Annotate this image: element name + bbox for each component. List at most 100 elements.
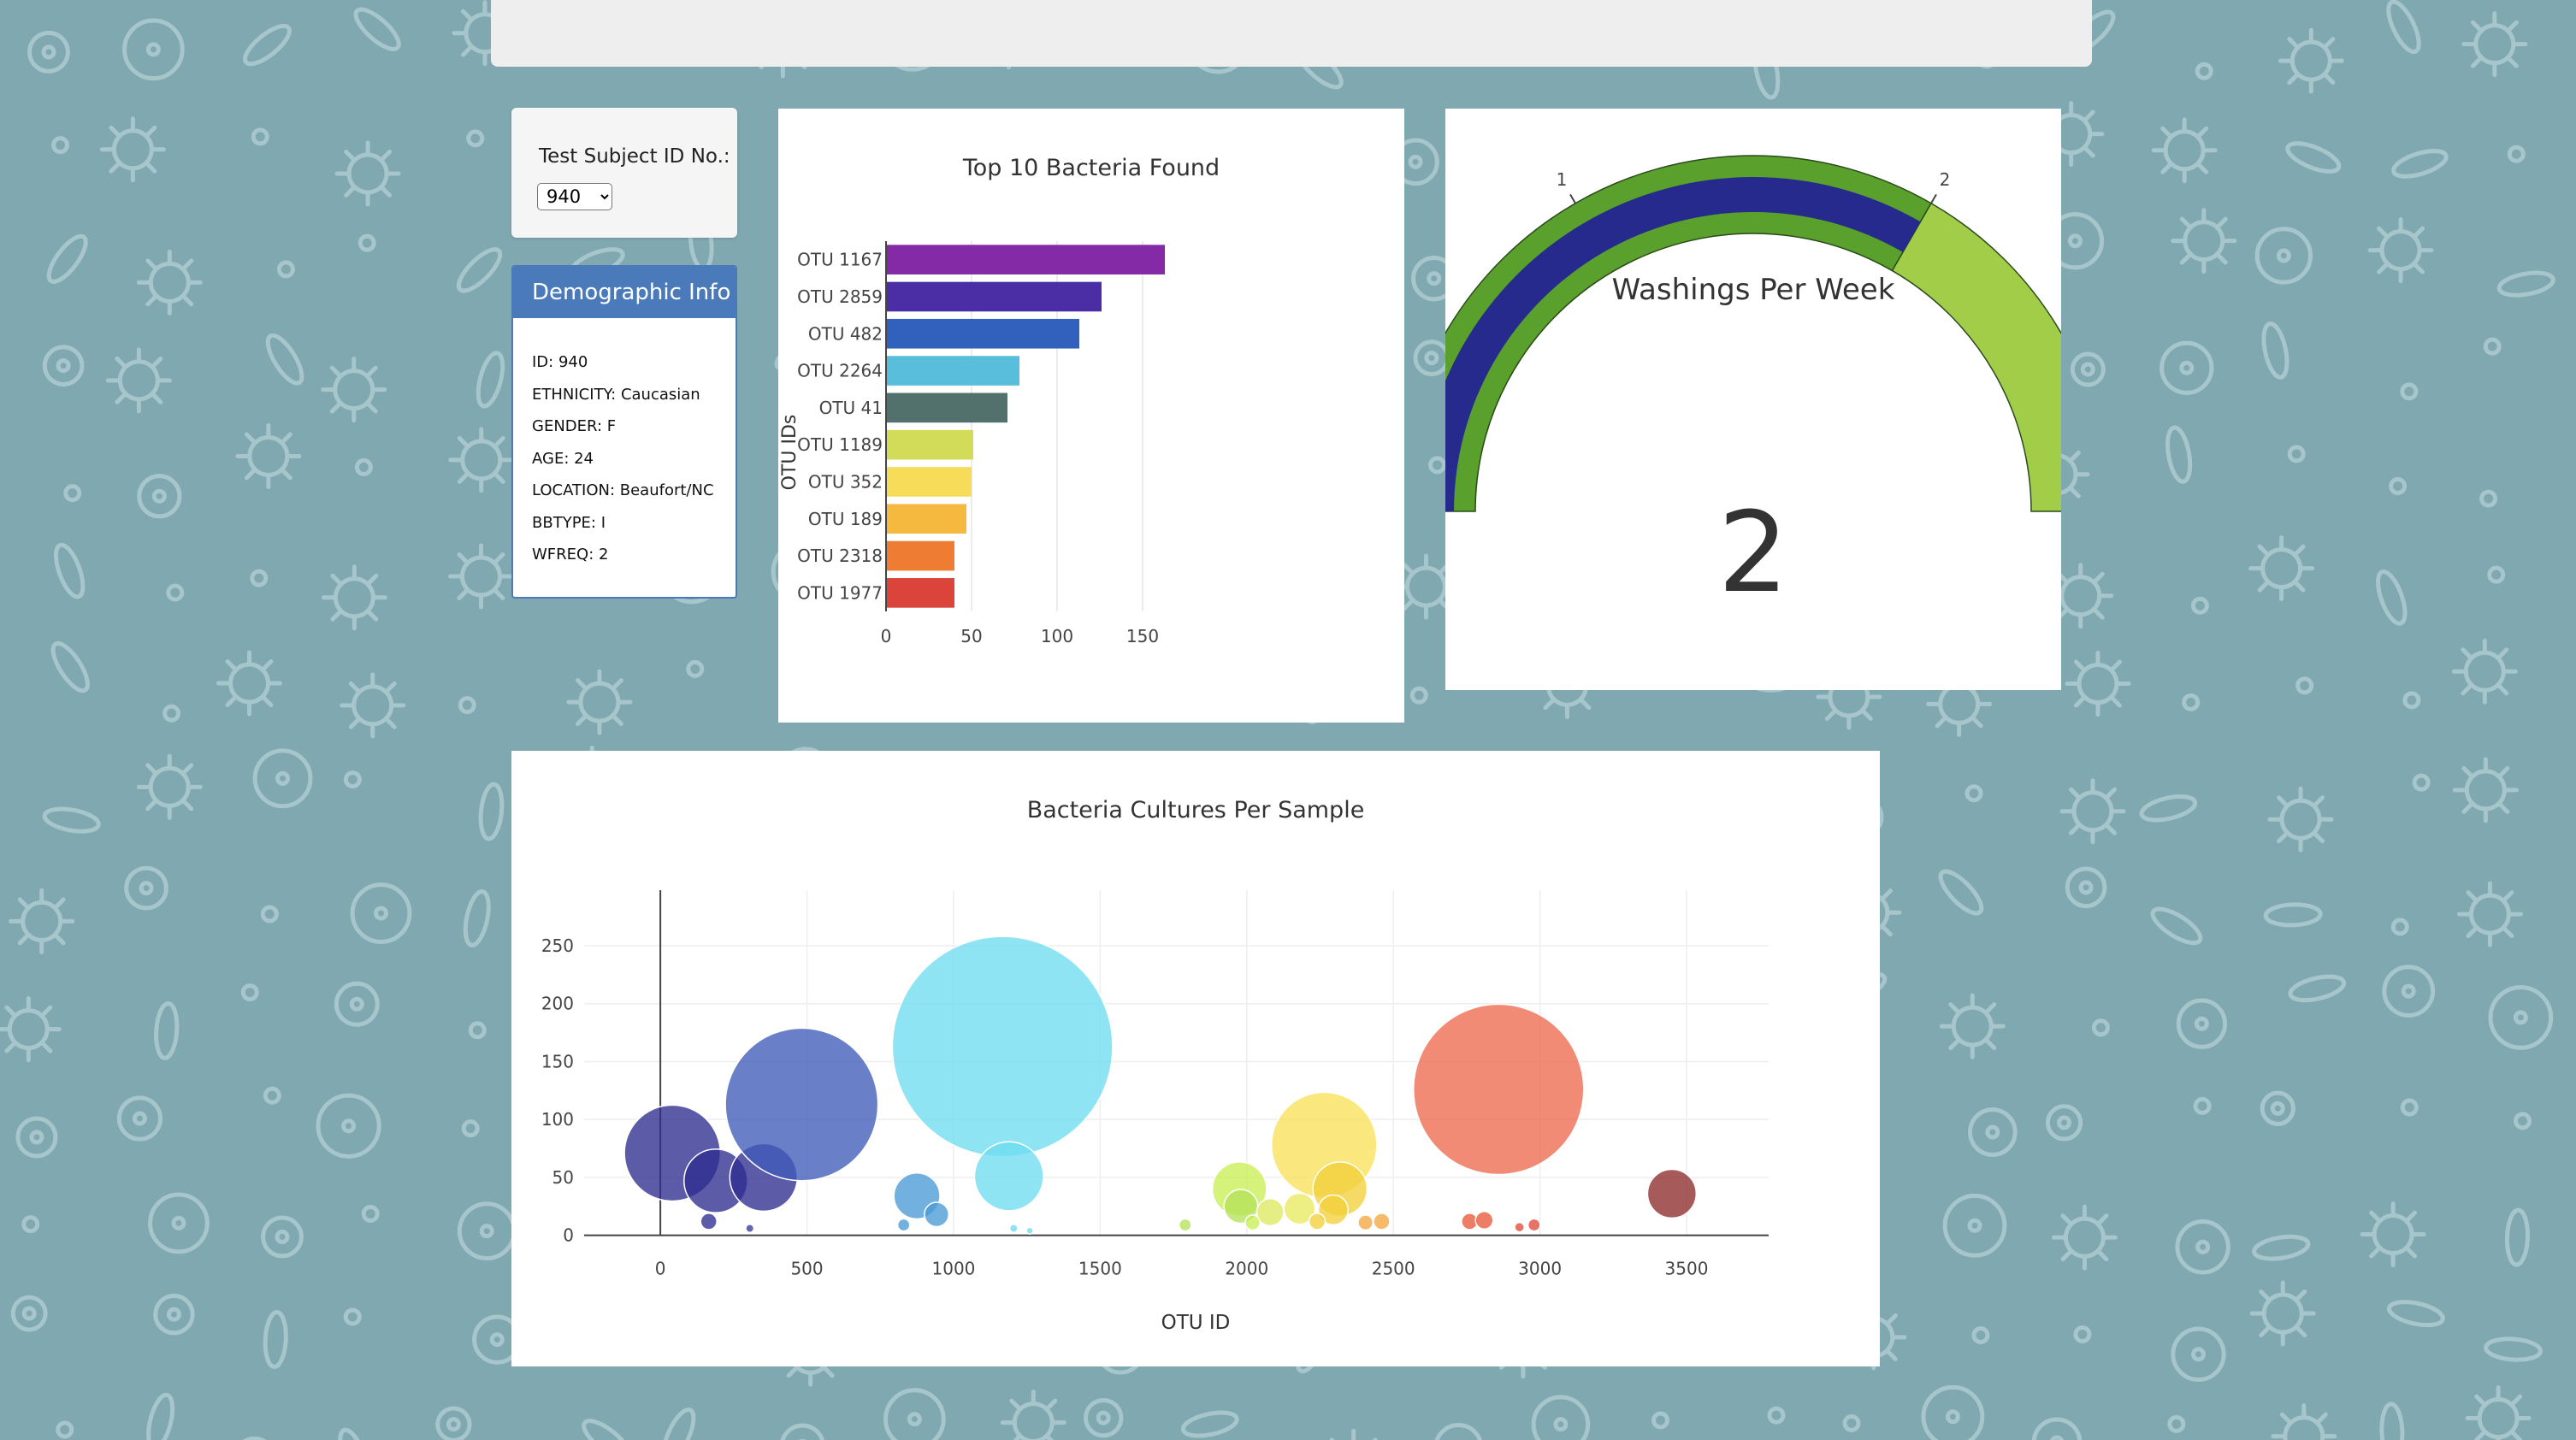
microbe-spike-decoration xyxy=(2074,659,2086,672)
microbe-rod-decoration xyxy=(146,1392,175,1440)
bubble-otu-1790 xyxy=(1178,1218,1192,1232)
bubble-otu-305 xyxy=(745,1224,755,1234)
gauge-tick-label: 1 xyxy=(1557,169,1568,190)
microbe-circle-decoration xyxy=(1434,1423,1483,1440)
microbe-spike-decoration xyxy=(2259,1325,2271,1337)
microbe-spike-decoration xyxy=(40,1042,53,1053)
microbe-rod-decoration xyxy=(2165,425,2193,484)
bubble-chart-x-tick-label: 0 xyxy=(655,1259,666,1279)
microbe-rod-decoration xyxy=(2288,974,2347,1003)
microbe-rod-decoration xyxy=(42,806,101,834)
microbe-dot-decoration xyxy=(2487,565,2506,584)
microbe-nucleus-decoration xyxy=(275,1229,290,1244)
bar-otu-1189 xyxy=(886,429,973,460)
microbe-circle-decoration xyxy=(122,18,185,81)
microbe-dot-decoration xyxy=(2195,62,2213,80)
microbe-circle-decoration xyxy=(137,474,182,519)
microbe-dot-decoration xyxy=(354,457,373,476)
bubble-chart-x-ticks: 0 500 1000 1500 2000 2500 3000 3500 xyxy=(655,1259,1709,1279)
microbe-nucleus-decoration xyxy=(907,1412,922,1427)
bar-chart-category-label: OTU 2318 xyxy=(797,546,883,566)
microbe-rod-decoration xyxy=(2484,1337,2543,1362)
microbe-spike-decoration xyxy=(1543,698,1555,711)
microbe-rod-decoration xyxy=(2263,902,2323,928)
microbe-rod-decoration xyxy=(46,233,88,284)
microbe-spike-decoration xyxy=(2060,1213,2072,1225)
microbe-rod-decoration xyxy=(1938,869,1984,916)
bar-otu-2859 xyxy=(886,281,1102,312)
microbe-spike-decoration xyxy=(366,610,379,622)
microbe-spike-decoration xyxy=(1824,709,1837,721)
microbe-spike-decoration xyxy=(2323,73,2336,86)
microbe-spike-decoration xyxy=(2279,1412,2292,1425)
microbe-nucleus-decoration xyxy=(166,1307,181,1322)
microbe-rod-decoration xyxy=(338,1427,369,1440)
demographic-item: ID: 940 xyxy=(532,353,588,371)
demographic-info-title: Demographic Info xyxy=(513,267,736,318)
microbe-circle-decoration xyxy=(124,865,168,911)
microbe-spike-decoration xyxy=(2466,926,2478,939)
microbe-spike-decoration xyxy=(2316,1412,2328,1425)
bubble-otu-1189 xyxy=(973,1141,1044,1212)
microbe-rod-decoration xyxy=(2387,1300,2445,1328)
subject-selector-label: Test Subject ID No.: xyxy=(539,145,730,168)
microbe-spike-decoration xyxy=(244,468,257,481)
bubble-chart-bubbles xyxy=(623,935,1698,1235)
microbe-spike-decoration xyxy=(493,472,505,484)
microbe-spike-decoration xyxy=(2110,695,2122,708)
microbe-rod-decoration xyxy=(2391,149,2449,179)
microbe-spike-decoration xyxy=(1948,1002,1960,1014)
microbe-spike-decoration xyxy=(1971,716,1983,729)
microbe-spike-decoration xyxy=(2313,795,2325,807)
bubble-chart-x-tick-label: 1500 xyxy=(1078,1259,1122,1279)
microbe-spike-decoration xyxy=(493,588,505,600)
microbe-spike-decoration xyxy=(1402,563,1414,575)
microbe-spike-decoration xyxy=(2496,683,2509,696)
subject-id-dropdown[interactable]: 940 xyxy=(537,183,612,210)
microbe-rod-decoration xyxy=(2386,0,2421,55)
microbe-rod-decoration xyxy=(2139,794,2198,823)
bubble-chart-y-tick-label: 50 xyxy=(552,1167,574,1188)
bar-otu-2318 xyxy=(886,540,954,571)
microbe-circle-decoration xyxy=(2159,340,2214,395)
demographic-info-panel: Demographic Info ID: 940 ETHNICITY: Cauc… xyxy=(511,265,737,599)
microbe-rod-decoration xyxy=(2261,321,2289,380)
microbe-circle-decoration xyxy=(2070,351,2106,387)
subject-selector-panel: Test Subject ID No.: 940 xyxy=(511,108,737,238)
bar-otu-1167 xyxy=(886,245,1165,274)
bubble-chart-title: Bacteria Cultures Per Sample xyxy=(1027,797,1365,823)
microbe-rod-decoration xyxy=(456,247,503,293)
microbe-circle-decoration xyxy=(780,1423,825,1440)
microbe-circle-decoration xyxy=(2254,227,2313,285)
microbe-dot-decoration xyxy=(2479,489,2498,508)
bubble-chart-y-tick-label: 250 xyxy=(541,935,574,956)
demographic-item: LOCATION: Beaufort/NC xyxy=(532,481,714,499)
bubble-otu-1260 xyxy=(1025,1226,1034,1235)
microbe-dot-decoration xyxy=(357,233,376,252)
microbe-circle-decoration xyxy=(1967,1107,2018,1157)
microbe-dot-decoration xyxy=(2507,145,2526,163)
microbe-nucleus-decoration xyxy=(479,1224,494,1239)
microbe-spike-decoration xyxy=(1861,709,1873,721)
microbe-rod-decoration xyxy=(2150,906,2203,946)
microbe-circle-decoration xyxy=(27,30,70,74)
microbe-dot-decoration xyxy=(2400,1098,2419,1117)
microbe-spike-decoration xyxy=(281,468,292,481)
microbe-spike-decoration xyxy=(145,162,157,174)
microbe-circle-decoration xyxy=(2260,1090,2295,1126)
microbe-circle-decoration xyxy=(261,1215,304,1259)
microbe-spike-decoration xyxy=(1045,1435,1055,1440)
microbe-dot-decoration xyxy=(162,704,181,723)
bubble-chart-y-tick-label: 0 xyxy=(563,1225,574,1246)
microbe-spike-decoration xyxy=(17,933,30,946)
bubble-chart-x-tick-label: 3000 xyxy=(1518,1259,1562,1279)
bubble-otu-1167 xyxy=(891,935,1114,1158)
microbe-spike-decoration xyxy=(54,897,66,909)
bar-chart-bars xyxy=(886,245,1165,608)
microbe-spike-decoration xyxy=(2277,831,2289,844)
microbe-rod-decoration xyxy=(265,333,304,386)
microbe-circle-decoration xyxy=(2171,1326,2226,1382)
bubble-chart-y-tick-label: 150 xyxy=(541,1051,574,1071)
microbe-nucleus-decoration xyxy=(1424,351,1439,366)
microbe-spike-decoration xyxy=(2110,659,2122,672)
